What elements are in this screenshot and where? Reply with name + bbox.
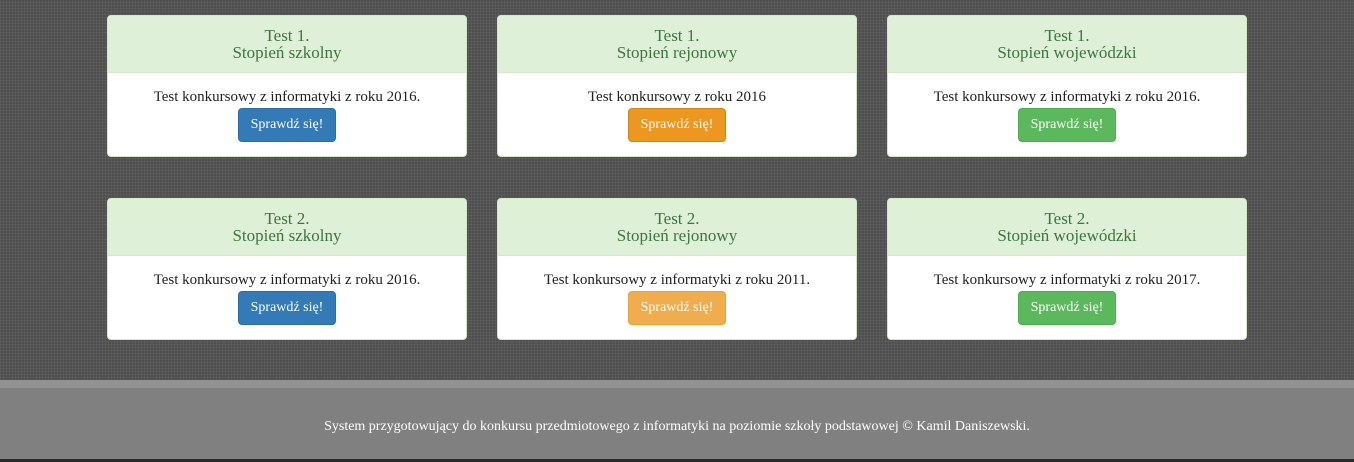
test-panel-1-rejonowy: Test 1. Stopień rejonowy Test konkursowy… (497, 15, 857, 157)
panel-heading: Test 2. Stopień szkolny (108, 199, 466, 256)
panel-body: Test konkursowy z informatyki z roku 201… (108, 73, 466, 142)
panel-level: Stopień szkolny (232, 43, 342, 62)
footer: System przygotowujący do konkursu przedm… (0, 380, 1354, 462)
panel-title: Test 2. (654, 209, 700, 228)
panel-heading: Test 2. Stopień rejonowy (498, 199, 856, 256)
panel-title: Test 2. (1044, 209, 1090, 228)
check-yourself-button[interactable]: Sprawdź się! (238, 291, 336, 325)
panel-title: Test 1. (1044, 26, 1090, 45)
test-panel-1-szkolny: Test 1. Stopień szkolny Test konkursowy … (107, 15, 467, 157)
panel-level: Stopień rejonowy (616, 226, 738, 245)
panel-description: Test konkursowy z informatyki z roku 201… (933, 89, 1201, 105)
panel-title: Test 2. (264, 209, 310, 228)
footer-copyright: System przygotowujący do konkursu przedm… (324, 419, 1030, 434)
panel-description: Test konkursowy z informatyki z roku 201… (933, 272, 1201, 288)
panel-heading: Test 1. Stopień szkolny (108, 16, 466, 73)
panel-body: Test konkursowy z informatyki z roku 201… (498, 256, 856, 325)
panel-body: Test konkursowy z informatyki z roku 201… (888, 73, 1246, 142)
main-content: Test 1. Stopień szkolny Test konkursowy … (0, 0, 1354, 380)
panel-description: Test konkursowy z roku 2016 (587, 89, 767, 105)
panel-heading: Test 2. Stopień wojewódzki (888, 199, 1246, 256)
test-panel-2-szkolny: Test 2. Stopień szkolny Test konkursowy … (107, 198, 467, 340)
panel-body: Test konkursowy z informatyki z roku 201… (888, 256, 1246, 325)
check-yourself-button[interactable]: Sprawdź się! (238, 108, 336, 142)
check-yourself-button[interactable]: Sprawdź się! (1018, 108, 1116, 142)
panel-body: Test konkursowy z roku 2016 Sprawdź się! (498, 73, 856, 142)
panel-level: Stopień rejonowy (616, 43, 738, 62)
panel-title: Test 1. (264, 26, 310, 45)
test-panel-2-rejonowy: Test 2. Stopień rejonowy Test konkursowy… (497, 198, 857, 340)
panel-level: Stopień szkolny (232, 226, 342, 245)
panel-heading: Test 1. Stopień wojewódzki (888, 16, 1246, 73)
panel-title: Test 1. (654, 26, 700, 45)
panel-description: Test konkursowy z informatyki z roku 201… (153, 89, 421, 105)
panel-heading: Test 1. Stopień rejonowy (498, 16, 856, 73)
test-grid: Test 1. Stopień szkolny Test konkursowy … (107, 15, 1247, 340)
panel-level: Stopień wojewódzki (997, 43, 1137, 62)
check-yourself-button[interactable]: Sprawdź się! (1018, 291, 1116, 325)
panel-body: Test konkursowy z informatyki z roku 201… (108, 256, 466, 325)
test-panel-1-wojewodzki: Test 1. Stopień wojewódzki Test konkurso… (887, 15, 1247, 157)
panel-description: Test konkursowy z informatyki z roku 201… (153, 272, 421, 288)
panel-level: Stopień wojewódzki (997, 226, 1137, 245)
check-yourself-button[interactable]: Sprawdź się! (628, 108, 726, 142)
check-yourself-button[interactable]: Sprawdź się! (628, 291, 726, 325)
test-panel-2-wojewodzki: Test 2. Stopień wojewódzki Test konkurso… (887, 198, 1247, 340)
panel-description: Test konkursowy z informatyki z roku 201… (543, 272, 811, 288)
